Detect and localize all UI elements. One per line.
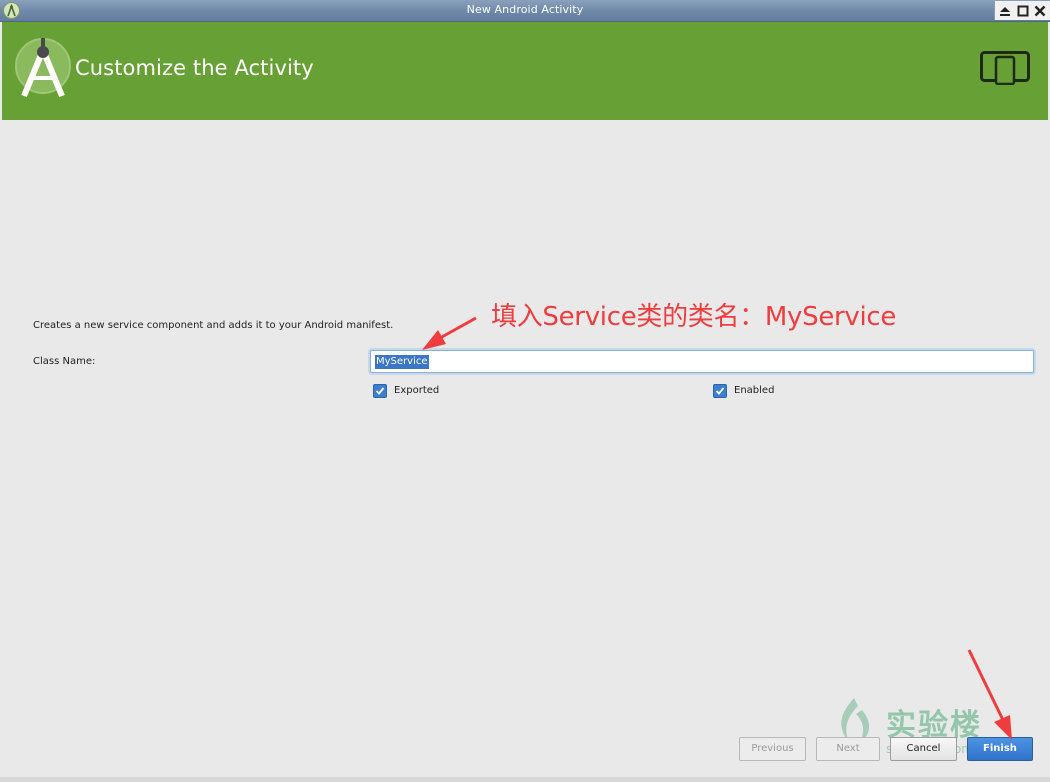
page-title: Customize the Activity [75, 56, 314, 80]
class-name-label: Class Name: [33, 356, 96, 367]
previous-button[interactable]: Previous [739, 737, 806, 761]
enabled-label: Enabled [734, 385, 775, 396]
window-controls [994, 1, 1050, 20]
android-studio-logo [14, 36, 72, 102]
window-titlebar: New Android Activity [0, 0, 1050, 22]
checkmark-icon [375, 387, 385, 395]
next-button[interactable]: Next [816, 737, 880, 761]
annotation-text: 填入Service类的类名：MyService [491, 302, 897, 332]
eject-icon[interactable] [997, 3, 1013, 19]
cancel-button[interactable]: Cancel [890, 737, 957, 761]
maximize-icon[interactable] [1015, 3, 1031, 19]
close-icon[interactable] [1032, 3, 1048, 19]
page-description: Creates a new service component and adds… [33, 320, 394, 331]
device-icon [980, 51, 1030, 89]
enabled-checkbox[interactable] [713, 384, 727, 398]
wizard-header: Customize the Activity [2, 22, 1048, 120]
exported-checkbox[interactable] [373, 384, 387, 398]
window-bottom-edge [0, 777, 1050, 782]
window-title: New Android Activity [466, 3, 584, 16]
checkmark-icon [715, 387, 725, 395]
exported-label: Exported [394, 385, 440, 396]
class-name-value: MyService [375, 355, 429, 369]
class-name-input[interactable]: MyService [370, 350, 1034, 373]
finish-button[interactable]: Finish [967, 737, 1033, 761]
arrow-to-class-name [422, 316, 477, 350]
